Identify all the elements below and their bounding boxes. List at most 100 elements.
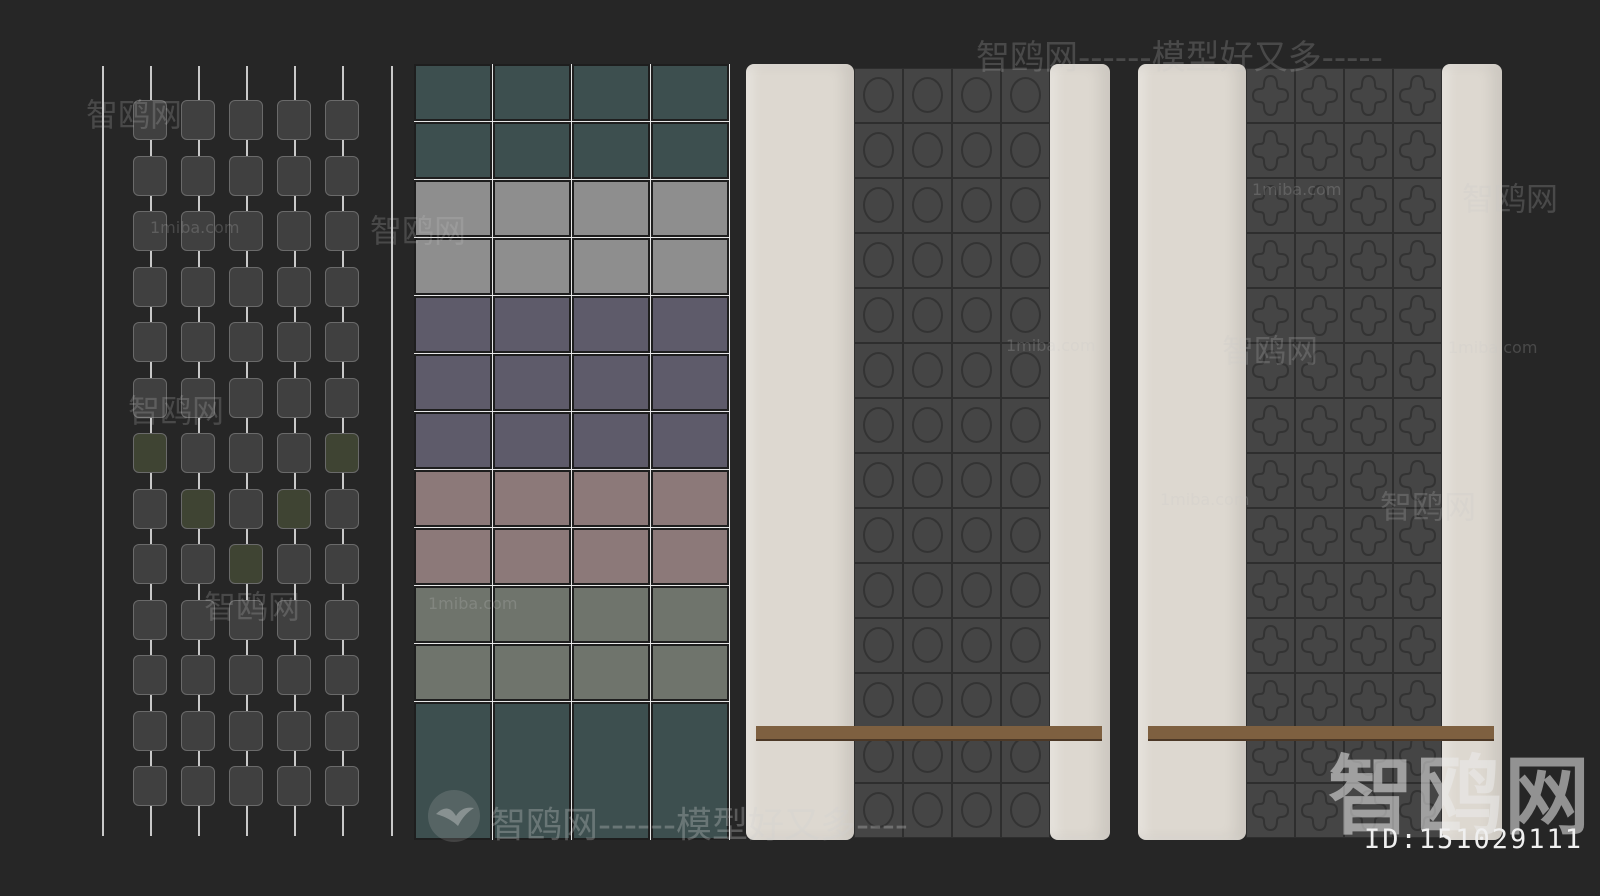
pattern-tile xyxy=(1246,453,1295,508)
pattern-tile xyxy=(1295,563,1344,618)
cross-relief xyxy=(1398,624,1437,667)
hanging-tile xyxy=(325,155,359,196)
hanging-tile xyxy=(277,211,311,251)
circle-relief xyxy=(863,572,894,608)
pattern-tile xyxy=(1001,563,1050,618)
watermark-site-1: 1miba.com xyxy=(150,218,240,237)
hanging-tile xyxy=(229,266,263,307)
pattern-tile xyxy=(1344,673,1393,728)
hanging-tile xyxy=(277,377,311,418)
pattern-tile xyxy=(1001,673,1050,728)
watermark-tagline-bottom: 智鸥网------模型好又多---- xyxy=(490,805,908,846)
circle-relief xyxy=(912,737,943,773)
circle-relief xyxy=(912,242,943,278)
hanging-tile xyxy=(133,655,167,695)
watermark-brand-7: 智鸥网 xyxy=(204,588,301,626)
pattern-tile xyxy=(1001,453,1050,508)
pattern-tile xyxy=(903,453,952,508)
hanging-tile xyxy=(133,599,167,640)
pattern-tile xyxy=(1246,563,1295,618)
circle-relief xyxy=(961,627,992,663)
glass-block xyxy=(414,470,492,527)
circle-relief xyxy=(961,242,992,278)
glass-block xyxy=(493,470,571,527)
circle-relief xyxy=(912,462,943,498)
hanging-tile xyxy=(325,433,359,473)
glass-block xyxy=(414,122,492,179)
hanging-tile xyxy=(229,100,263,140)
circle-relief xyxy=(912,682,943,718)
seagull-logo-icon xyxy=(428,790,480,842)
circle-relief xyxy=(961,682,992,718)
circle-relief xyxy=(912,187,943,223)
cross-relief xyxy=(1251,129,1290,172)
cross-relief xyxy=(1300,129,1339,172)
circle-relief xyxy=(863,352,894,388)
circle-relief xyxy=(863,407,894,443)
hanging-tile xyxy=(133,488,167,529)
hanging-tile xyxy=(229,655,263,695)
hanging-tile xyxy=(325,599,359,640)
glass-block xyxy=(651,644,729,701)
colored-glass-block-panel xyxy=(414,64,730,840)
cross-relief xyxy=(1349,349,1388,392)
cross-relief xyxy=(1251,404,1290,447)
cross-relief xyxy=(1349,404,1388,447)
cross-relief xyxy=(1398,679,1437,722)
hanging-tile xyxy=(325,488,359,529)
circle-relief xyxy=(1010,792,1041,828)
glass-block xyxy=(414,412,492,469)
circle-relief xyxy=(912,517,943,553)
pattern-tile xyxy=(1344,398,1393,453)
pattern-tile xyxy=(1393,123,1442,178)
hanging-tile xyxy=(277,155,311,196)
hanging-tile xyxy=(325,655,359,695)
left-pillar xyxy=(746,64,854,840)
hanging-tile xyxy=(325,377,359,418)
circle-relief xyxy=(912,792,943,828)
hanging-tile xyxy=(229,488,263,529)
pattern-tile xyxy=(854,288,903,343)
circle-relief xyxy=(1010,132,1041,168)
circle-relief xyxy=(912,627,943,663)
pattern-tile xyxy=(1295,618,1344,673)
circle-relief xyxy=(1010,737,1041,773)
pattern-tile xyxy=(1295,123,1344,178)
circle-relief xyxy=(863,627,894,663)
hanging-tile xyxy=(181,655,215,695)
hanging-tile xyxy=(325,544,359,584)
circle-relief xyxy=(912,352,943,388)
hanging-tile xyxy=(133,544,167,584)
pattern-tile xyxy=(903,563,952,618)
cross-relief xyxy=(1398,294,1437,337)
pattern-tile xyxy=(854,233,903,288)
circle-relief xyxy=(1010,352,1041,388)
pattern-tile xyxy=(952,288,1001,343)
hanging-tile xyxy=(181,266,215,307)
wood-shelf xyxy=(756,726,1102,741)
watermark-brand-2: 智鸥网 xyxy=(370,212,467,250)
glass-block xyxy=(572,470,650,527)
glass-block xyxy=(493,64,571,121)
hanging-tile xyxy=(277,710,311,751)
pattern-tile xyxy=(1393,233,1442,288)
circle-relief xyxy=(1010,242,1041,278)
pattern-tile xyxy=(952,783,1001,838)
cross-relief xyxy=(1251,569,1290,612)
glass-block xyxy=(493,354,571,411)
circle-relief xyxy=(863,242,894,278)
pattern-tile xyxy=(854,123,903,178)
circle-relief xyxy=(863,132,894,168)
pattern-tile xyxy=(903,343,952,398)
glass-block xyxy=(651,122,729,179)
hanging-tile xyxy=(181,766,215,806)
pattern-tile xyxy=(854,563,903,618)
circle-relief xyxy=(961,132,992,168)
watermark-site-4: 1miba.com xyxy=(1448,338,1538,357)
pattern-tile xyxy=(903,288,952,343)
glass-block xyxy=(572,354,650,411)
pattern-tile xyxy=(952,673,1001,728)
cross-relief xyxy=(1300,514,1339,557)
watermark-site-3: 1miba.com xyxy=(1006,336,1096,355)
pattern-tile xyxy=(1246,618,1295,673)
